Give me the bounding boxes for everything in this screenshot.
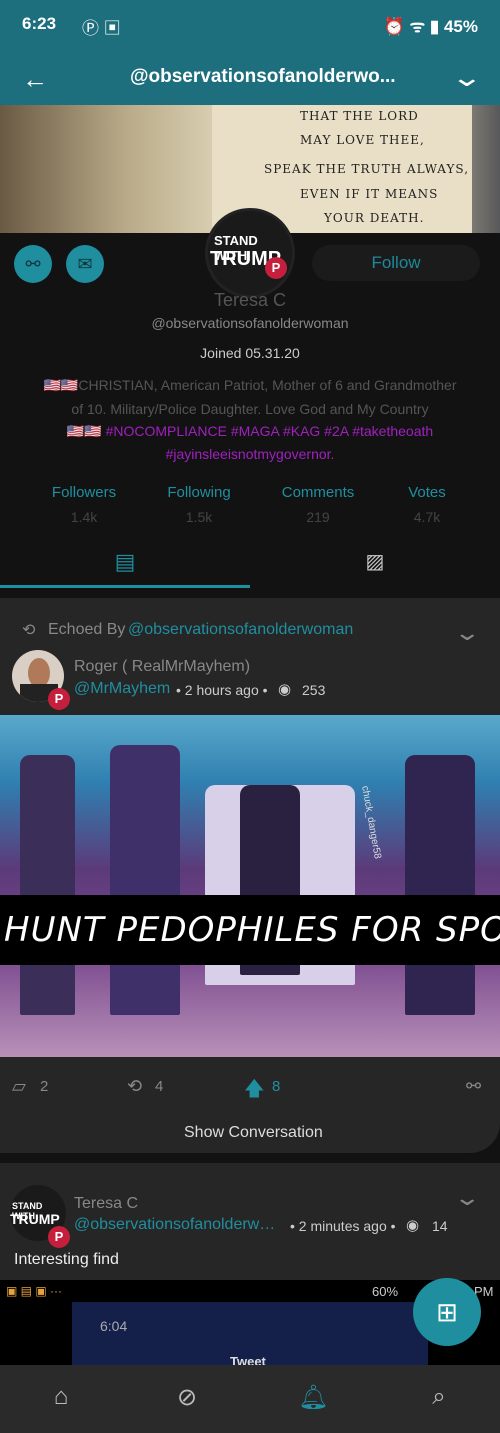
votes-label[interactable]: Votes bbox=[377, 484, 477, 501]
bio-line: of 10. Military/Police Daughter. Love Go… bbox=[71, 401, 429, 417]
followers-count: 1.4k bbox=[70, 509, 98, 525]
status-bar: 6:23 Ⓟ ▣ ⏰ ᯤ ▮ 45% bbox=[0, 0, 500, 50]
joined-date: Joined 05.31.20 bbox=[200, 345, 300, 361]
comments-label[interactable]: Comments bbox=[268, 484, 368, 501]
author-handle[interactable]: @observationsofanolderw… bbox=[74, 1216, 275, 1234]
profile-section: ⚯ ✉ STAND WITH TRUMP P Follow Teresa C @… bbox=[0, 208, 500, 593]
discover-compass-icon[interactable]: ⊘ bbox=[172, 1383, 202, 1413]
app-bar: ← @observationsofanolderwo... ⌄ bbox=[0, 50, 500, 105]
bottom-navigation: ⌂ ⊘ 🔔︎ ⌕ bbox=[0, 1365, 500, 1433]
notification-icons: Ⓟ ▣ bbox=[82, 19, 121, 38]
bio-hashtags[interactable]: #jayinsleeisnotmygovernor. bbox=[0, 446, 500, 462]
profile-tabs: ▤ ▨ bbox=[0, 540, 500, 588]
banner-line: THAT THE LORD bbox=[300, 109, 419, 123]
profile-handle: @observationsofanolderwoman bbox=[151, 315, 349, 331]
posts-tab-icon[interactable]: ▤ bbox=[0, 540, 250, 588]
following-count: 1.5k bbox=[185, 509, 213, 525]
message-icon[interactable]: ✉ bbox=[66, 245, 104, 283]
back-arrow-icon[interactable]: ← bbox=[22, 64, 48, 95]
comment-icon[interactable]: ▱ bbox=[12, 1076, 26, 1097]
signal-icon: ▮ bbox=[429, 17, 440, 36]
echoed-by-label: Echoed By bbox=[48, 621, 126, 638]
parler-badge-icon: P bbox=[48, 1226, 70, 1248]
post-time: • 2 minutes ago • bbox=[290, 1218, 396, 1234]
show-conversation-link[interactable]: Show Conversation bbox=[184, 1124, 323, 1142]
status-right: ⏰ ᯤ ▮ 45% bbox=[384, 14, 478, 37]
comment-count: 2 bbox=[40, 1078, 49, 1095]
image-watermark: chuck_danger58 bbox=[359, 785, 383, 860]
following-label[interactable]: Following bbox=[149, 484, 249, 501]
avatar-text-bottom: TRUMP bbox=[10, 1211, 60, 1227]
image-figure bbox=[110, 745, 180, 1015]
author-handle[interactable]: @MrMayhem bbox=[74, 680, 170, 698]
post-image[interactable]: chuck_danger58 HUNT PEDOPHILES FOR SPORT bbox=[0, 715, 500, 1057]
notifications-bell-icon[interactable]: 🔔︎ bbox=[298, 1383, 328, 1413]
embedded-status-icons: ▣ ▤ ▣ ··· bbox=[6, 1284, 63, 1298]
comments-count: 219 bbox=[306, 509, 330, 525]
votes-count: 4.7k bbox=[413, 509, 441, 525]
parler-badge-icon: P bbox=[48, 688, 70, 710]
echo-icon: ⟲ bbox=[22, 622, 36, 639]
post-menu-chevron-icon[interactable]: ⌄ bbox=[453, 1185, 481, 1211]
follow-button[interactable]: Follow bbox=[312, 245, 480, 281]
search-icon[interactable]: ⌕ bbox=[424, 1383, 454, 1413]
author-name[interactable]: Roger ( RealMrMayhem) bbox=[74, 658, 250, 676]
echo-icon[interactable]: ⟲ bbox=[127, 1076, 142, 1097]
status-time: 6:23 bbox=[22, 14, 57, 33]
profile-name: Teresa C bbox=[213, 290, 287, 310]
bio-line: 🇺🇸🇺🇸CHRISTIAN, American Patriot, Mother … bbox=[43, 377, 457, 393]
embedded-title: Tweet bbox=[230, 1354, 266, 1365]
views-count: 14 bbox=[432, 1218, 448, 1234]
avatar[interactable]: STAND WITH TRUMP bbox=[205, 208, 295, 298]
upvote-icon[interactable]: 🡅 bbox=[244, 1074, 265, 1108]
media-tab-icon[interactable]: ▨ bbox=[250, 540, 500, 588]
upvote-count: 8 bbox=[272, 1078, 281, 1095]
wifi-icon: ᯤ bbox=[409, 17, 426, 36]
share-icon[interactable]: ⚯ bbox=[466, 1076, 481, 1097]
image-figure bbox=[405, 755, 475, 1015]
views-count: 253 bbox=[302, 682, 326, 698]
battery-percent: 45% bbox=[443, 17, 478, 36]
views-eye-icon: ◉ bbox=[278, 681, 292, 698]
embedded-phone: 6:04 Tweet bbox=[72, 1302, 428, 1365]
banner-line: EVEN IF IT MEANS bbox=[300, 187, 439, 201]
bio-hashtags[interactable]: 🇺🇸🇺🇸 #NOCOMPLIANCE #MAGA #KAG #2A #taket… bbox=[0, 423, 500, 440]
author-name[interactable]: Teresa C bbox=[74, 1195, 138, 1213]
chevron-down-icon[interactable]: ⌄ bbox=[451, 62, 484, 93]
embedded-time: 6:04 bbox=[100, 1318, 128, 1334]
compose-post-button[interactable]: ⊞ bbox=[413, 1278, 481, 1346]
image-caption: HUNT PEDOPHILES FOR SPORT bbox=[0, 895, 500, 965]
share-icon[interactable]: ⚯ bbox=[14, 245, 52, 283]
banner-line: SPEAK THE TRUTH ALWAYS, bbox=[264, 162, 470, 176]
post-time: • 2 hours ago • bbox=[176, 682, 268, 698]
views-eye-icon: ◉ bbox=[406, 1217, 420, 1234]
post-text: Interesting find bbox=[14, 1251, 119, 1268]
followers-label[interactable]: Followers bbox=[34, 484, 134, 501]
app-bar-title: @observationsofanolderwo... bbox=[130, 66, 396, 87]
echo-count: 4 bbox=[155, 1078, 164, 1095]
alarm-icon: ⏰ bbox=[383, 17, 405, 36]
banner-line: YOUR DEATH. bbox=[324, 211, 425, 225]
banner-line: MAY LOVE THEE, bbox=[300, 133, 425, 147]
embedded-status: 60% bbox=[372, 1284, 399, 1299]
parler-badge-icon: P bbox=[265, 257, 287, 279]
home-icon[interactable]: ⌂ bbox=[46, 1383, 76, 1413]
post-menu-chevron-icon[interactable]: ⌄ bbox=[453, 620, 481, 646]
image-figure bbox=[20, 755, 75, 1015]
echoed-by-handle[interactable]: @observationsofanolderwoman bbox=[128, 621, 353, 639]
